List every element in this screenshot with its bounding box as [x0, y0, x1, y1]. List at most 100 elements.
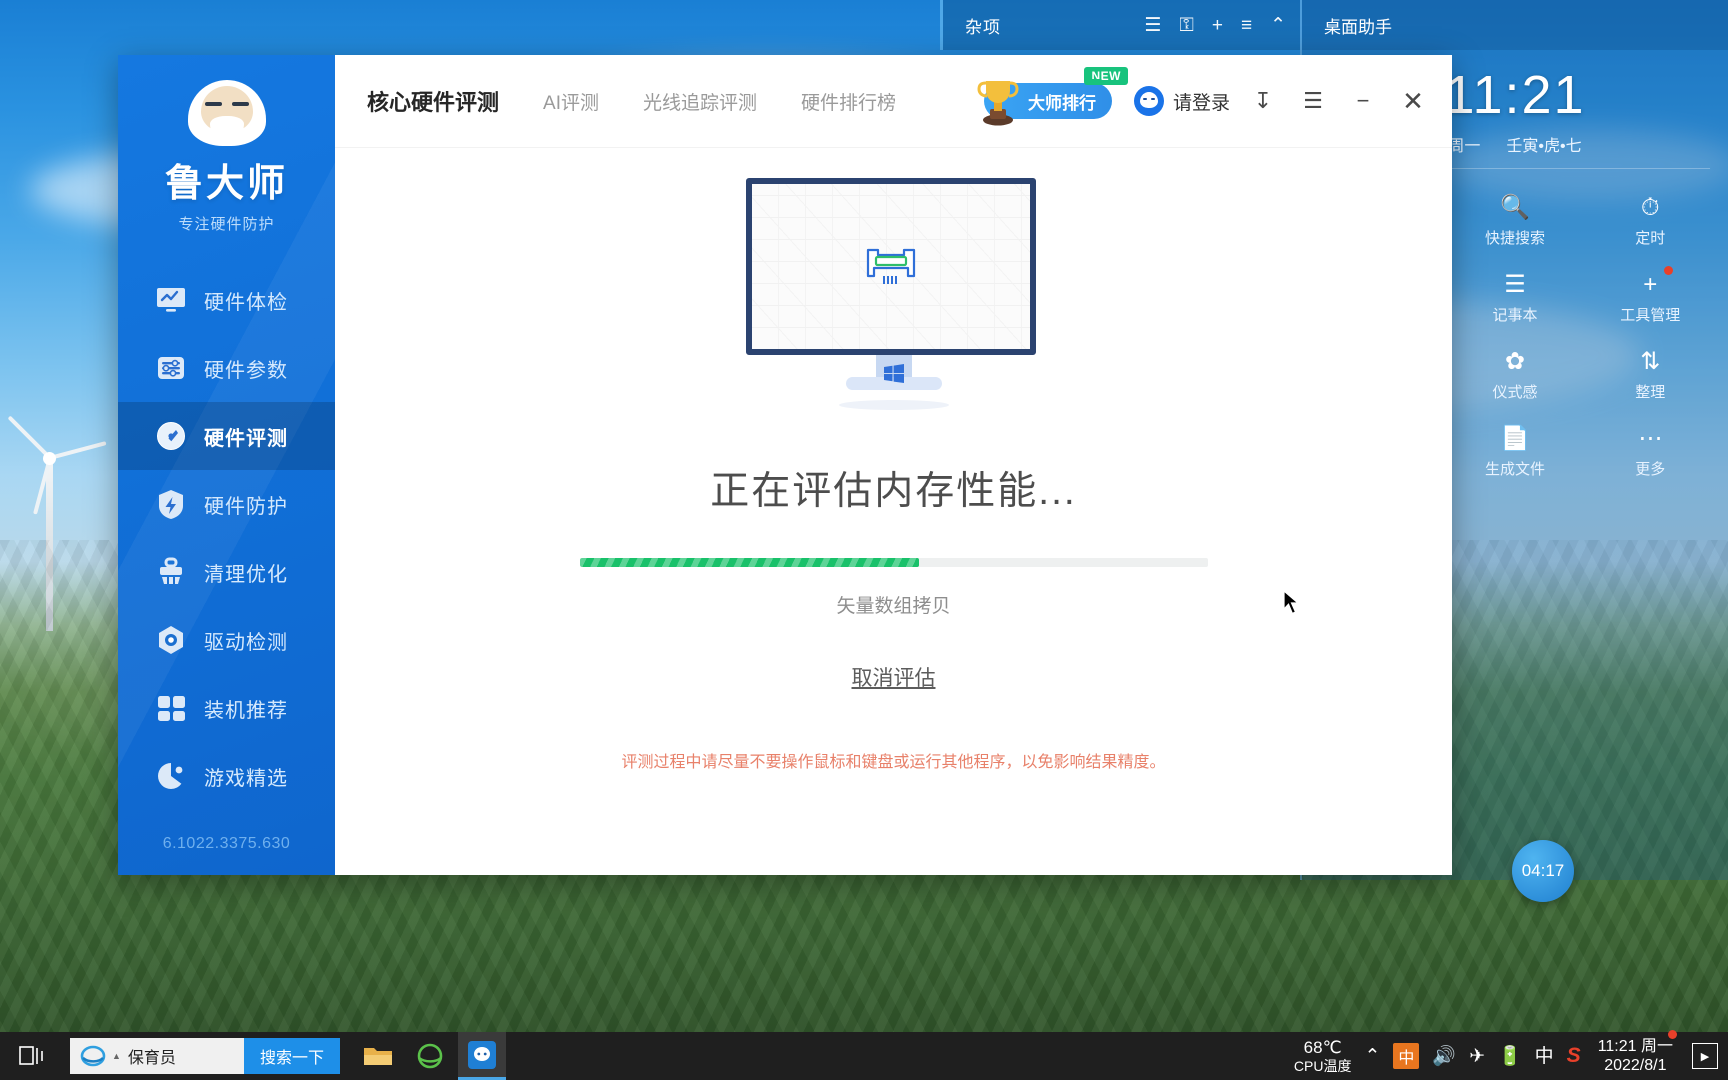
brand-name: 鲁大师	[164, 163, 288, 205]
assistant-tool-notepad[interactable]: ☰ 记事本	[1447, 260, 1582, 337]
tab-core-hardware-benchmark[interactable]: 核心硬件评测	[367, 85, 499, 117]
lock-icon[interactable]: ⚿	[1179, 16, 1193, 35]
tab-raytracing-benchmark[interactable]: 光线追踪评测	[643, 88, 757, 115]
sidebar-item-driver-detect[interactable]: 驱动检测	[118, 606, 335, 674]
airplane-icon[interactable]: ✈	[1469, 1047, 1485, 1066]
assistant-tool-search[interactable]: 🔍 快捷搜索	[1447, 183, 1582, 260]
assistant-tool-label: 工具管理	[1620, 307, 1681, 324]
sidebar-item-label: 装机推荐	[204, 699, 288, 722]
clock-time: 11:21 周一	[1597, 1037, 1673, 1055]
notification-dot	[1663, 266, 1673, 275]
assistant-tool-label: 快捷搜索	[1484, 230, 1545, 247]
search-icon: 🔍	[1500, 194, 1530, 221]
sidebar-nav[interactable]: 硬件体检 硬件参数 硬件评测 硬件防护 清理优化 驱动检测 装机推荐 游戏精选	[118, 266, 335, 810]
dropdown-caret-icon[interactable]: ▲	[112, 1051, 121, 1061]
sidebar-item-game-picks[interactable]: 游戏精选	[118, 742, 335, 810]
taskbar-clock[interactable]: 11:21 周一 2022/8/1	[1594, 1029, 1678, 1075]
more-icon: ⋯	[1638, 425, 1663, 452]
sidebar-item-label: 硬件评测	[204, 427, 288, 450]
windows-taskbar: ▲ 保育员 搜索一下 68℃ CPU温度 ⌃ 中 🔊 ✈ 🔋 中 S 11:21…	[0, 1029, 1728, 1080]
app-sidebar: 鲁大师 专注硬件防护 硬件体检 硬件参数 硬件评测 硬件防护 清理优化 驱动检测…	[118, 55, 335, 875]
cpu-temp-value: 68℃	[1303, 1038, 1342, 1058]
file-explorer-icon[interactable]	[354, 1032, 402, 1080]
assistant-tool-sort[interactable]: ⇅ 整理	[1583, 337, 1718, 414]
taskbar-pinned-apps	[354, 1032, 506, 1080]
login-button[interactable]: 请登录	[1133, 86, 1230, 116]
menu-icon[interactable]: ≡	[1241, 16, 1252, 35]
ime-mode-icon[interactable]: 中	[1535, 1047, 1554, 1066]
battery-icon[interactable]: 🔋	[1498, 1047, 1522, 1066]
sliders-icon	[154, 351, 188, 385]
assistant-tool-label: 更多	[1635, 461, 1666, 478]
app-version: 6.1022.3375.630	[162, 835, 291, 852]
search-input[interactable]: 保育员	[128, 1044, 244, 1068]
sidebar-item-label: 硬件防护	[204, 495, 288, 518]
assistant-title: 桌面助手	[1324, 17, 1392, 37]
sidebar-item-label: 硬件体检	[204, 291, 288, 314]
volume-icon[interactable]: 🔊	[1432, 1047, 1456, 1066]
assistant-tool-more[interactable]: ⋯ 更多	[1583, 414, 1718, 491]
ludashi-app-window: 鲁大师 专注硬件防护 硬件体检 硬件参数 硬件评测 硬件防护 清理优化 驱动检测…	[118, 55, 1452, 875]
broom-icon	[154, 555, 188, 589]
download-icon[interactable]: ↧	[1246, 90, 1280, 112]
monitor-screen	[745, 178, 1036, 355]
list-view-icon[interactable]: ☰	[1144, 16, 1161, 35]
new-tag: NEW	[1084, 67, 1128, 85]
sogou-icon[interactable]: S	[1567, 1044, 1581, 1068]
assistant-tool-timer[interactable]: ⏱ 定时	[1583, 183, 1718, 260]
benchmark-progress-bar	[579, 558, 1208, 567]
search-submit-button[interactable]: 搜索一下	[243, 1038, 340, 1074]
chevron-up-icon[interactable]: ⌃	[1364, 1047, 1380, 1066]
ie-icon	[80, 1043, 106, 1069]
assistant-tool-manage[interactable]: + 工具管理	[1583, 260, 1718, 337]
cpu-temperature-indicator[interactable]: 68℃ CPU温度	[1294, 1038, 1352, 1074]
benchmark-warning-text: 评测过程中请尽量不要操作鼠标和键盘或运行其他程序，以免影响结果精度。	[621, 754, 1166, 771]
assistant-weekday: 周一	[1448, 138, 1481, 155]
assistant-tool-label: 仪式感	[1492, 384, 1538, 401]
tab-hardware-ranking[interactable]: 硬件排行榜	[801, 88, 896, 115]
sidebar-item-hardware-check[interactable]: 硬件体检	[118, 266, 335, 334]
assistant-lunar: 壬寅•虎•七	[1506, 138, 1582, 155]
file-icon: 📄	[1500, 425, 1530, 452]
taskbar-search-box[interactable]: ▲ 保育员 搜索一下	[70, 1038, 340, 1074]
topbar-actions: 大师排行 NEW 请登录 ↧ ☰ − ✕	[977, 67, 1430, 126]
misc-folder-toolbar[interactable]: ☰ ⚿ + ≡ ⌃	[1144, 16, 1286, 35]
sort-icon: ⇅	[1640, 348, 1661, 375]
ceremony-icon: ✿	[1504, 348, 1526, 375]
windows-logo-icon	[883, 364, 904, 384]
assistant-tool-label: 整理	[1635, 384, 1666, 401]
plus-icon[interactable]: +	[1212, 16, 1223, 35]
browser-icon[interactable]	[406, 1032, 454, 1080]
sidebar-item-clean-optimize[interactable]: 清理优化	[118, 538, 335, 606]
close-icon[interactable]: ✕	[1396, 88, 1430, 114]
misc-folder-widget[interactable]: 杂项 ☰ ⚿ + ≡ ⌃	[940, 0, 1300, 50]
task-view-icon[interactable]	[0, 1032, 66, 1080]
avatar	[1133, 86, 1164, 116]
minimize-icon[interactable]: −	[1346, 90, 1380, 112]
assistant-tool-file[interactable]: 📄 生成文件	[1447, 414, 1582, 491]
app-topbar: 核心硬件评测 AI评测 光线追踪评测 硬件排行榜 大师排行 NEW 请登录 ↧ …	[335, 55, 1452, 148]
ime-chinese-icon[interactable]: 中	[1393, 1043, 1420, 1069]
sidebar-item-hardware-params[interactable]: 硬件参数	[118, 334, 335, 402]
brand-block: 鲁大师 专注硬件防护	[118, 55, 335, 234]
cancel-benchmark-link[interactable]: 取消评估	[852, 662, 936, 692]
assistant-tool-ceremony[interactable]: ✿ 仪式感	[1447, 337, 1582, 414]
system-tray: 68℃ CPU温度 ⌃ 中 🔊 ✈ 🔋 中 S 11:21 周一 2022/8/…	[1294, 1029, 1728, 1075]
show-desktop-icon[interactable]: ▶	[1692, 1043, 1718, 1069]
chevron-up-icon[interactable]: ⌃	[1270, 16, 1286, 35]
master-ranking-button[interactable]: 大师排行 NEW	[977, 67, 1128, 126]
assistant-tool-label: 定时	[1635, 230, 1666, 247]
sidebar-item-build-recommend[interactable]: 装机推荐	[118, 674, 335, 742]
assistant-tool-label: 记事本	[1492, 307, 1538, 324]
ludashi-icon[interactable]	[458, 1032, 506, 1080]
tab-ai-benchmark[interactable]: AI评测	[543, 88, 599, 115]
timer-icon: ⏱	[1640, 194, 1660, 221]
sidebar-item-label: 清理优化	[204, 563, 288, 586]
ludashi-mascot-icon	[187, 80, 266, 146]
hamburger-menu-icon[interactable]: ☰	[1296, 90, 1330, 112]
benchmark-progress-content: 正在评估内存性能... 矢量数组拷贝 取消评估 评测过程中请尽量不要操作鼠标和键…	[335, 148, 1452, 875]
floating-clock-badge[interactable]: 04:17	[1512, 840, 1574, 902]
sidebar-item-hardware-protect[interactable]: 硬件防护	[118, 470, 335, 538]
shield-bolt-icon	[154, 487, 188, 521]
sidebar-item-hardware-benchmark[interactable]: 硬件评测	[118, 402, 335, 470]
